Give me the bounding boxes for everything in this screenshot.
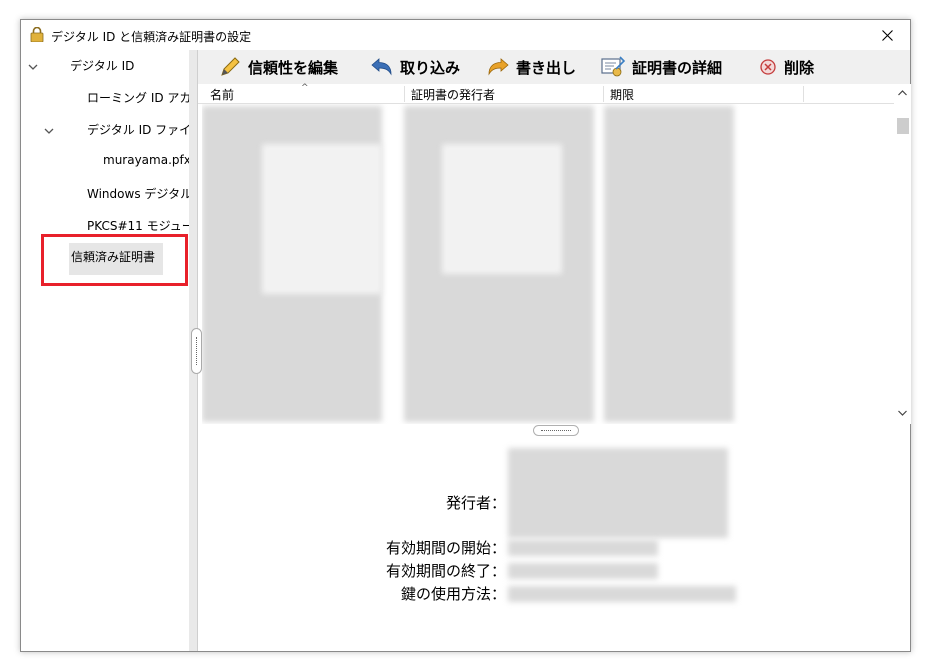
redacted-issuer-value [508,448,728,538]
issuer-label: 発行者： [445,494,506,512]
tree-item-pfx-file[interactable]: murayama.pfx [103,153,189,167]
redacted-expiry-column [604,106,734,422]
certificate-icon [601,56,626,77]
tree-item-trusted-certificates[interactable]: 信頼済み証明書 [71,248,163,265]
tree-item-roaming-id[interactable]: ローミング ID アカウント [87,89,189,106]
import-label: 取り込み [400,58,461,77]
scroll-down-icon[interactable] [898,410,907,416]
key-usage-label: 鍵の使用方法： [400,585,506,603]
redacted-valid-from-value [508,540,658,556]
pencil-icon [221,57,240,76]
delete-icon [760,59,776,75]
redacted-blank-area [442,144,562,274]
tree-item-pkcs11-module[interactable]: PKCS#11 モジュール [87,217,189,234]
redacted-blank-area [262,144,382,294]
column-separator[interactable] [803,86,804,102]
scrollbar-thumb[interactable] [897,118,909,134]
redacted-valid-to-value [508,563,658,579]
edit-trust-label: 信頼性を編集 [248,58,339,77]
import-button[interactable]: 取り込み [370,50,460,84]
close-button[interactable] [864,20,910,50]
export-label: 書き出し [516,58,577,77]
tree-item-windows-digital-id[interactable]: Windows デジタル ID [87,185,189,202]
edit-trust-button[interactable]: 信頼性を編集 [218,50,338,84]
toolbar: 信頼性を編集 取り込み 書き出し 証明書の詳細 削除 [198,50,910,85]
settings-dialog: デジタル ID と信頼済み証明書の設定 デジタル ID ローミング ID アカウ… [20,19,911,652]
column-header-expiry[interactable]: 期限 [610,86,634,103]
tree-item-digital-id[interactable]: デジタル ID [70,57,185,74]
column-header-name[interactable]: 名前 [210,86,234,103]
arrow-back-icon [371,58,392,76]
lock-icon [30,27,44,42]
delete-button[interactable]: 削除 [758,50,814,84]
column-header-issuer[interactable]: 証明書の発行者 [411,86,495,103]
sidebar-tree: デジタル ID ローミング ID アカウント デジタル ID ファイル mura… [21,50,189,651]
sort-ascending-icon: ^ [301,83,309,93]
list-vertical-scrollbar[interactable] [894,84,911,424]
chevron-down-icon[interactable] [44,126,54,136]
chevron-down-icon[interactable] [28,62,38,72]
export-button[interactable]: 書き出し [486,50,576,84]
horizontal-split-handle[interactable] [533,425,579,436]
valid-to-label: 有効期間の終了： [385,562,506,580]
close-icon [881,29,893,41]
column-separator[interactable] [603,86,604,102]
window-title: デジタル ID と信頼済み証明書の設定 [51,30,252,44]
certificate-list-header: 名前 ^ 証明書の発行者 期限 [198,83,910,104]
tree-item-digital-id-file[interactable]: デジタル ID ファイル [87,121,189,138]
certificate-details-label: 証明書の詳細 [632,58,723,77]
redacted-key-usage-value [508,586,736,602]
arrow-forward-icon [488,58,509,76]
title-bar: デジタル ID と信頼済み証明書の設定 [21,20,910,50]
vertical-split-handle[interactable] [191,328,202,374]
valid-from-label: 有効期間の開始： [385,539,506,557]
certificate-details-button[interactable]: 証明書の詳細 [600,50,722,84]
delete-label: 削除 [784,58,815,77]
certificate-list[interactable] [202,104,892,424]
column-separator[interactable] [404,86,405,102]
scroll-up-icon[interactable] [898,90,907,96]
